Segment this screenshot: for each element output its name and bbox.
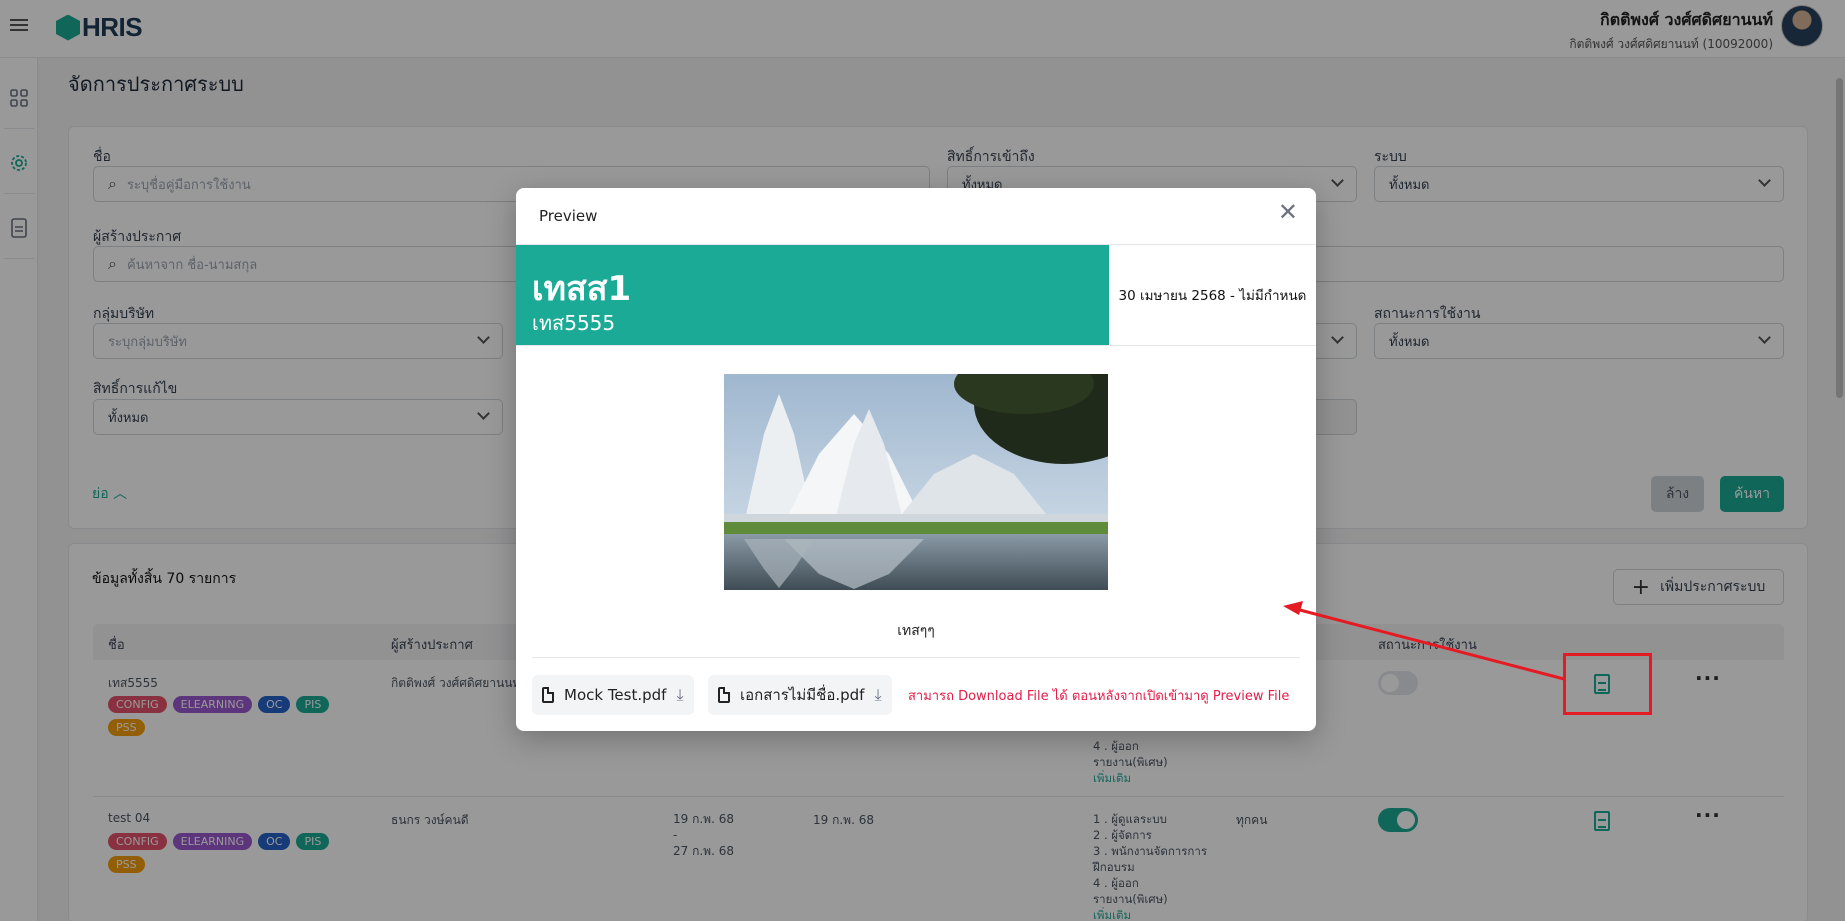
download-icon[interactable]: ⤓ xyxy=(874,685,881,705)
modal-title: Preview xyxy=(539,207,598,225)
banner-divider xyxy=(516,345,1109,346)
file-name: เอกสารไม่มีชื่อ.pdf xyxy=(740,686,865,704)
announcement-banner: เทสส1 เทส5555 xyxy=(516,245,1109,346)
file-attachment[interactable]: Mock Test.pdf ⤓ xyxy=(532,675,694,715)
close-icon[interactable]: ✕ xyxy=(1278,200,1298,224)
announcement-date: 30 เมษายน 2568 - ไม่มีกำหนด xyxy=(1109,245,1316,346)
file-name: Mock Test.pdf xyxy=(564,686,667,704)
banner-subtitle: เทส5555 xyxy=(532,311,616,335)
announcement-image xyxy=(724,374,1108,590)
annotation-note: สามารถ Download File ได้ ตอนหลังจากเปิดเ… xyxy=(908,689,1290,704)
modal-header: Preview ✕ xyxy=(516,188,1316,245)
announcement-caption: เทสๆๆ xyxy=(897,623,935,639)
file-icon xyxy=(542,687,554,703)
annotation-highlight-box xyxy=(1563,653,1652,715)
preview-modal: Preview ✕ เทสส1 เทส5555 30 เมษายน 2568 -… xyxy=(516,188,1316,731)
file-icon xyxy=(718,687,730,703)
download-icon[interactable]: ⤓ xyxy=(676,685,683,705)
file-attachment[interactable]: เอกสารไม่มีชื่อ.pdf ⤓ xyxy=(708,675,892,715)
modal-divider xyxy=(532,657,1300,658)
